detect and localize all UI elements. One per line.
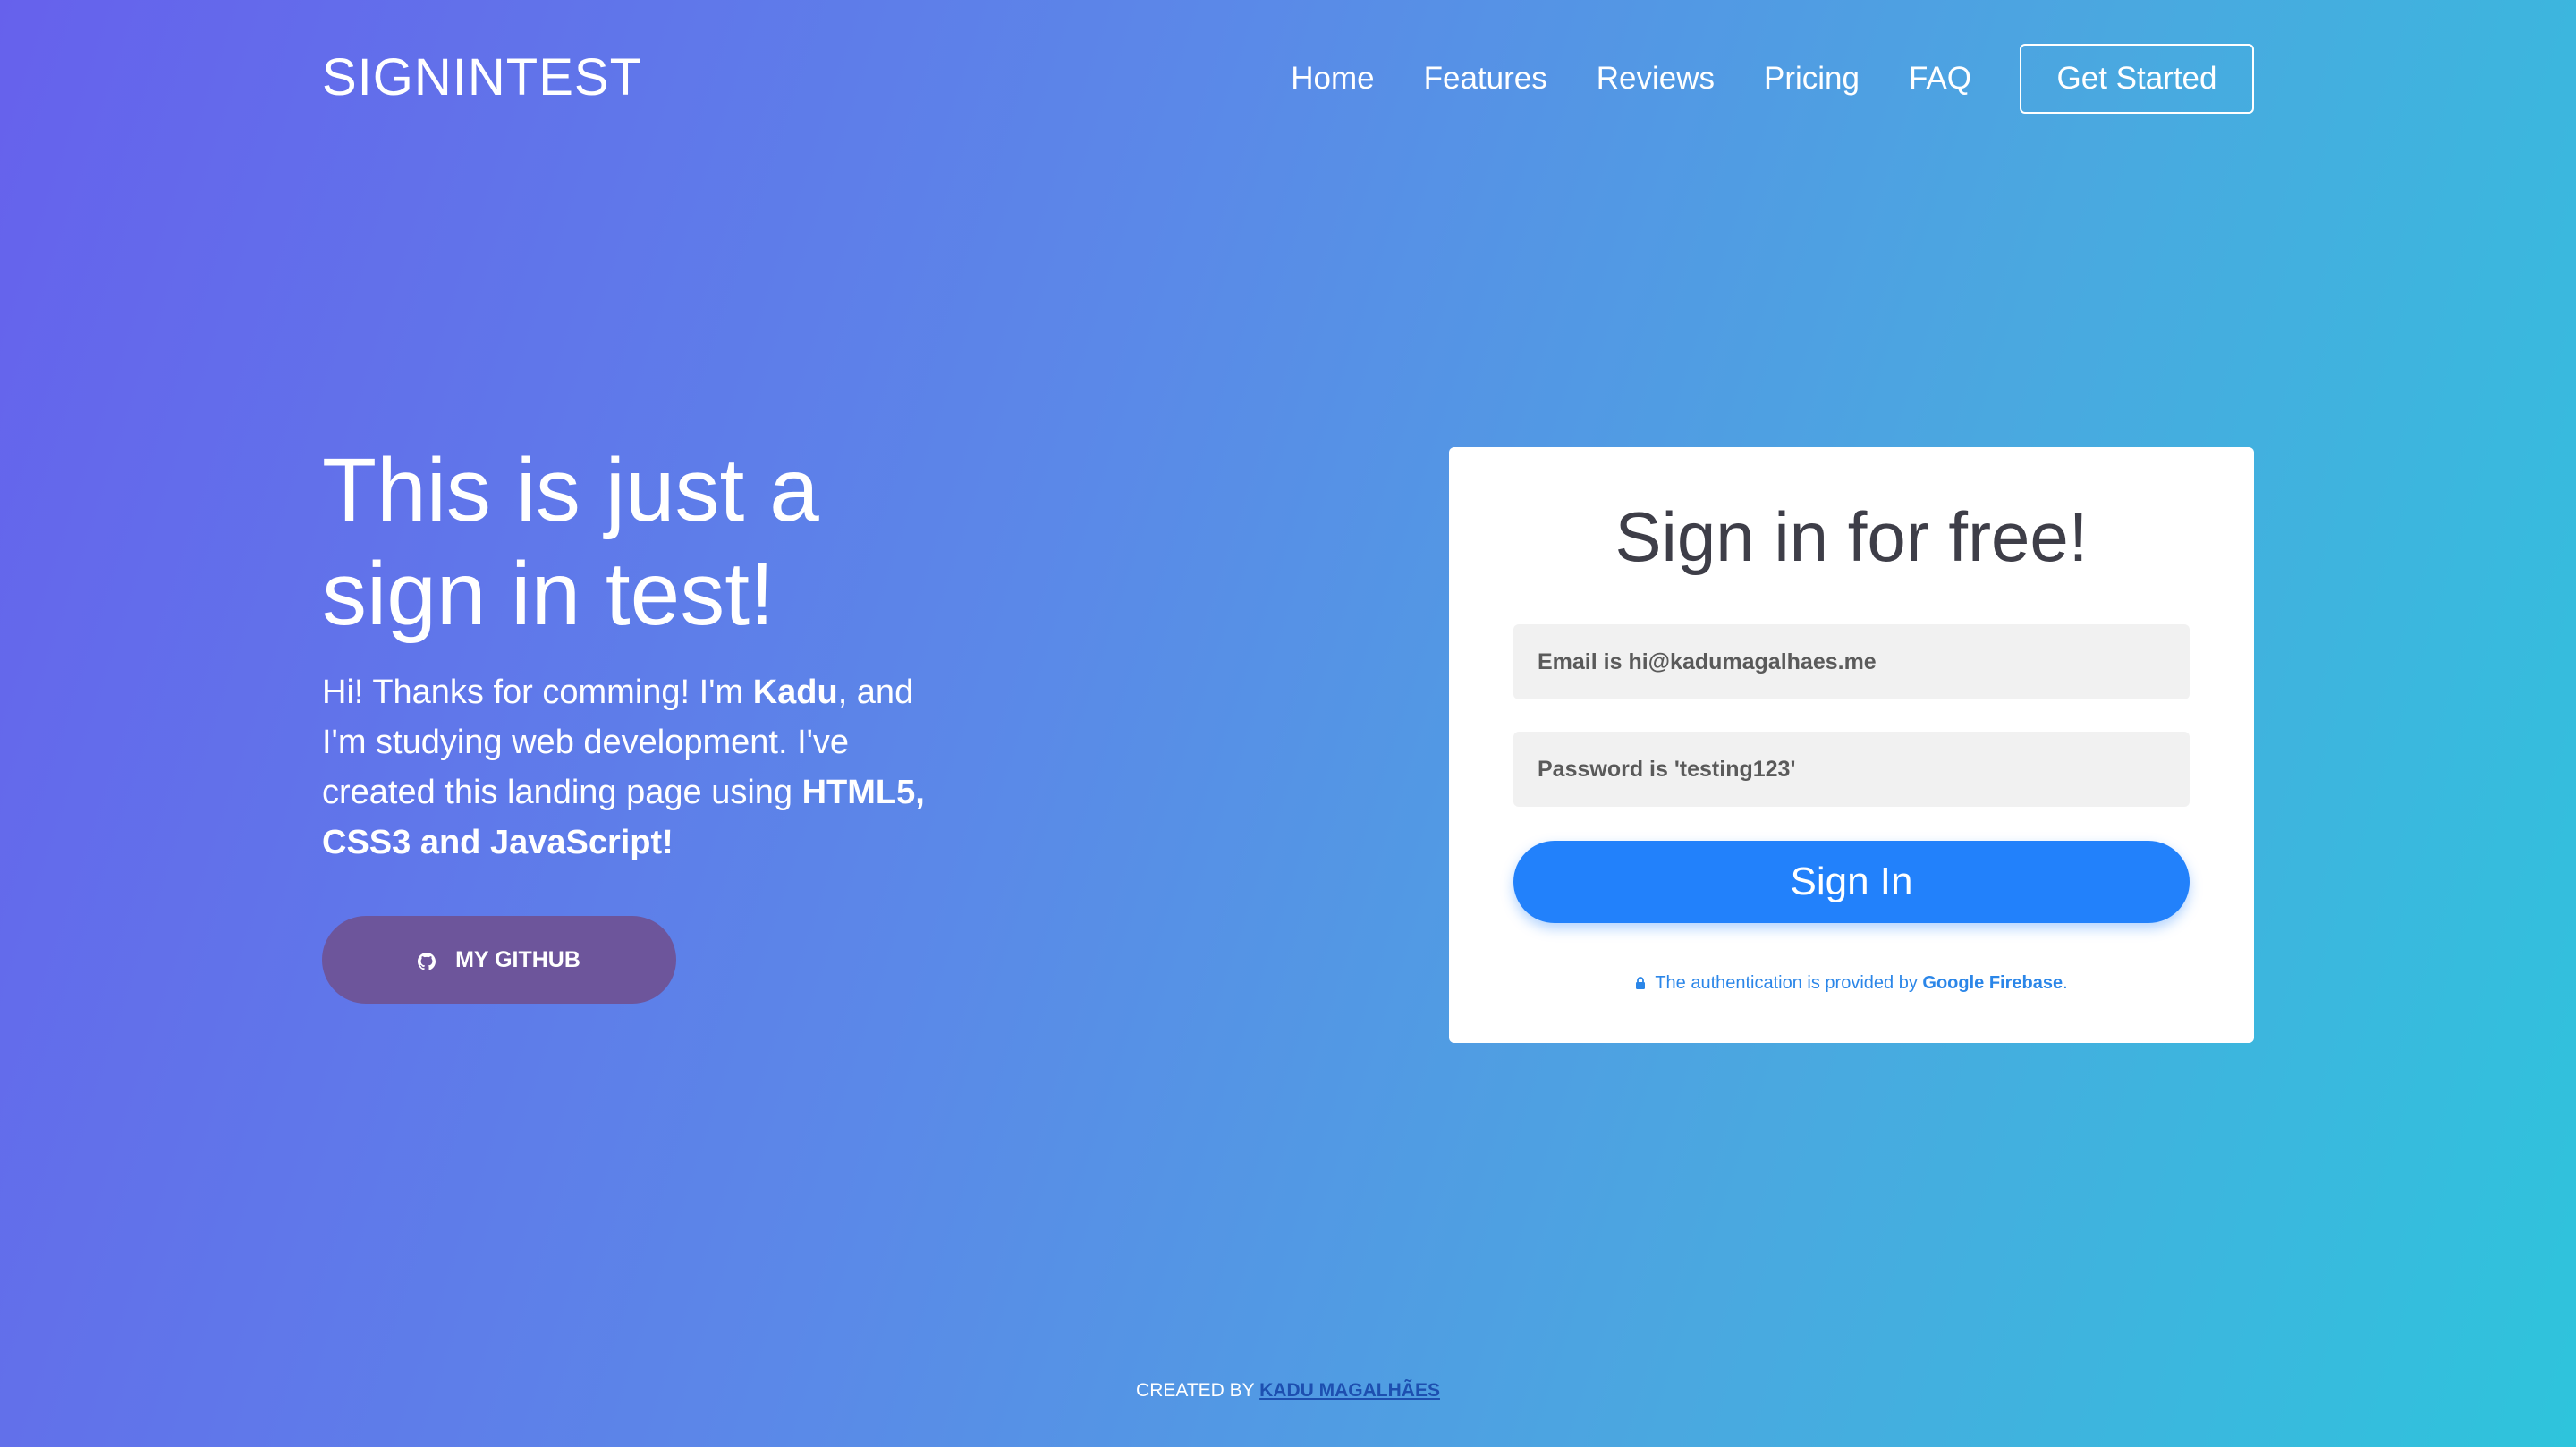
footer-prefix: CREATED BY <box>1136 1380 1260 1401</box>
nav-faq[interactable]: FAQ <box>1909 43 1971 114</box>
hero-text-part-1: Hi! Thanks for comming! I'm <box>322 674 753 711</box>
hero-title: This is just a sign in test! <box>322 440 819 644</box>
main-nav: Home Features Reviews Pricing FAQ Get St… <box>1241 43 2254 114</box>
github-button-label: MY GITHUB <box>455 946 580 972</box>
firebase-link[interactable]: Google Firebase <box>1922 973 2063 993</box>
nav-reviews[interactable]: Reviews <box>1597 43 1715 114</box>
github-icon <box>418 951 436 970</box>
email-field[interactable] <box>1513 624 2190 699</box>
signin-card: Sign in for free! Sign In The authentica… <box>1449 447 2254 1043</box>
hero-name: Kadu <box>752 674 838 711</box>
nav-home[interactable]: Home <box>1291 43 1374 114</box>
site-logo[interactable]: SIGNINTEST <box>322 47 642 109</box>
sign-in-button[interactable]: Sign In <box>1513 841 2190 923</box>
password-field[interactable] <box>1513 732 2190 807</box>
author-link[interactable]: KADU MAGALHÃES <box>1259 1380 1440 1401</box>
auth-note-prefix: The authentication is provided by <box>1655 973 1923 993</box>
github-button[interactable]: MY GITHUB <box>322 916 676 1004</box>
nav-pricing[interactable]: Pricing <box>1764 43 1860 114</box>
lock-icon <box>1635 970 1646 989</box>
page-background: SIGNINTEST Home Features Reviews Pricing… <box>0 0 2576 1447</box>
footer-credit: CREATED BY KADU MAGALHÃES <box>0 1377 2576 1404</box>
hero-description: Hi! Thanks for comming! I'm Kadu, and I'… <box>322 667 966 868</box>
signin-title: Sign in for free! <box>1614 497 2089 576</box>
auth-note: The authentication is provided by Google… <box>1449 970 2254 996</box>
nav-features[interactable]: Features <box>1424 43 1547 114</box>
auth-note-suffix: . <box>2063 973 2068 993</box>
get-started-button[interactable]: Get Started <box>2020 44 2254 114</box>
